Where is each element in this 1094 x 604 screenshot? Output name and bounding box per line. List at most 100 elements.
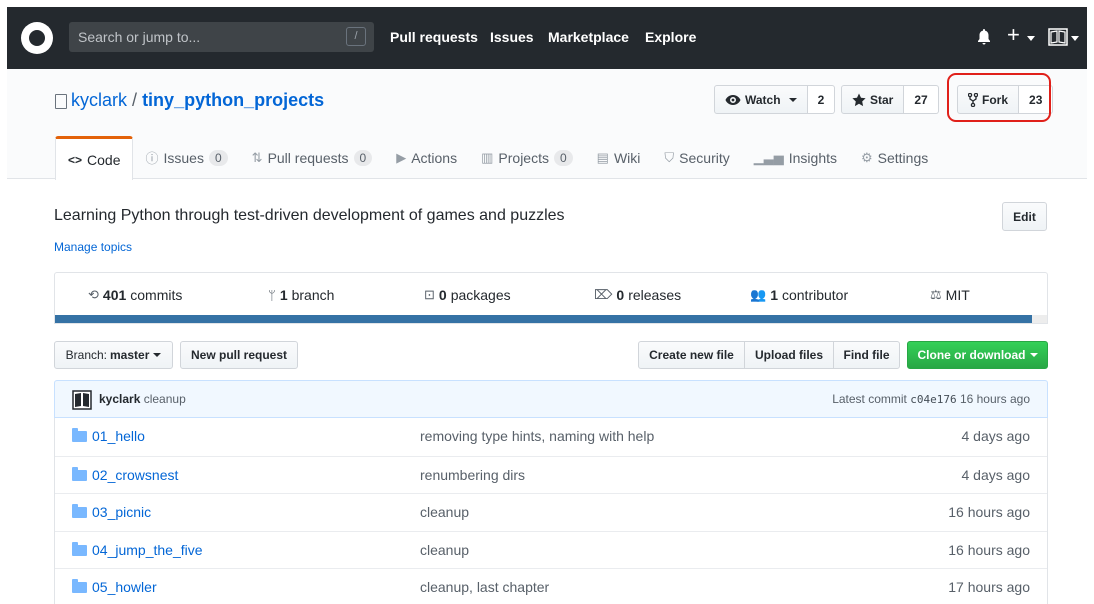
commit-sha-link[interactable]: c04e176 bbox=[910, 393, 956, 406]
bell-icon[interactable] bbox=[977, 29, 991, 45]
file-commit-message[interactable]: cleanup, last chapter bbox=[420, 579, 549, 595]
play-icon: ▶ bbox=[396, 149, 407, 165]
branch-name: master bbox=[110, 348, 150, 362]
branch-count: 1 bbox=[279, 287, 288, 303]
tab-insights[interactable]: ▁▃▅ Insights bbox=[742, 136, 849, 179]
file-commit-message[interactable]: removing type hints, naming with help bbox=[420, 428, 654, 444]
tab-insights-label: Insights bbox=[788, 149, 837, 166]
file-name-link[interactable]: 01_hello bbox=[92, 428, 145, 444]
star-count[interactable]: 27 bbox=[904, 85, 939, 114]
repo-name-link[interactable]: tiny_python_projects bbox=[142, 90, 324, 110]
create-new-caret-icon[interactable] bbox=[1027, 36, 1035, 41]
tab-settings-label: Settings bbox=[877, 149, 929, 166]
file-name-link[interactable]: 05_howler bbox=[92, 579, 157, 595]
file-commit-message[interactable]: cleanup bbox=[420, 504, 469, 520]
law-icon: ⚖ bbox=[930, 287, 942, 302]
commits-link[interactable]: ⟲ 401 commits bbox=[88, 287, 182, 303]
file-list: 01_hello removing type hints, naming wit… bbox=[54, 418, 1048, 604]
nav-pull-requests[interactable]: Pull requests bbox=[390, 29, 478, 45]
commits-label: commits bbox=[130, 287, 183, 303]
tab-wiki[interactable]: ▤ Wiki bbox=[585, 136, 653, 179]
commit-author-avatar[interactable] bbox=[72, 390, 92, 410]
search-shortcut-key: / bbox=[346, 27, 366, 46]
branch-select-button[interactable]: Branch: master bbox=[54, 341, 173, 369]
star-group: Star 27 bbox=[841, 85, 939, 114]
file-name-link[interactable]: 04_jump_the_five bbox=[92, 542, 203, 558]
watch-group: Watch 2 bbox=[714, 85, 836, 114]
releases-label: releases bbox=[628, 287, 682, 303]
new-pull-request-button[interactable]: New pull request bbox=[180, 341, 298, 369]
create-new-icon[interactable]: + bbox=[1007, 22, 1020, 48]
folder-icon bbox=[72, 466, 87, 481]
language-bar-python[interactable] bbox=[55, 315, 1032, 323]
language-bar-other[interactable] bbox=[1032, 315, 1047, 323]
file-row: 02_crowsnest renumbering dirs 4 days ago bbox=[55, 455, 1047, 494]
folder-icon bbox=[72, 579, 87, 593]
user-menu-caret-icon[interactable] bbox=[1071, 36, 1079, 41]
branch-caret-icon bbox=[153, 353, 162, 357]
tab-issues[interactable]: ⓘ Issues 0 bbox=[133, 136, 239, 179]
search-placeholder: Search or jump to... bbox=[78, 29, 201, 45]
file-commit-message[interactable]: cleanup bbox=[420, 542, 469, 558]
code-icon: <> bbox=[68, 152, 83, 167]
nav-marketplace[interactable]: Marketplace bbox=[548, 29, 629, 45]
contributor-count: 1 bbox=[770, 287, 778, 303]
search-input[interactable]: Search or jump to... / bbox=[69, 22, 374, 52]
file-commit-message[interactable]: renumbering dirs bbox=[420, 467, 525, 483]
repo-header: kyclark / tiny_python_projects Watch 2 S… bbox=[7, 69, 1087, 180]
packages-label: packages bbox=[450, 287, 511, 303]
repo-description: Learning Python through test-driven deve… bbox=[54, 207, 565, 224]
issue-icon: ⓘ bbox=[145, 151, 159, 166]
edit-description-button[interactable]: Edit bbox=[1002, 202, 1047, 231]
watch-button[interactable]: Watch bbox=[714, 85, 808, 114]
clone-label: Clone or download bbox=[917, 348, 1026, 362]
tag-icon: ⌦ bbox=[594, 287, 613, 302]
folder-icon bbox=[72, 428, 87, 442]
people-icon: 👥 bbox=[750, 287, 767, 302]
repo-owner-link[interactable]: kyclark bbox=[71, 90, 127, 110]
packages-link[interactable]: ⊡ 0 packages bbox=[424, 287, 511, 303]
find-file-button[interactable]: Find file bbox=[833, 341, 900, 369]
tab-code[interactable]: <> Code bbox=[55, 136, 134, 180]
tab-actions[interactable]: ▶ Actions bbox=[384, 136, 469, 179]
tab-wiki-label: Wiki bbox=[613, 149, 641, 166]
commit-message[interactable]: cleanup bbox=[144, 392, 186, 406]
repo-title: kyclark / tiny_python_projects bbox=[71, 90, 324, 111]
tab-actions-label: Actions bbox=[411, 149, 458, 166]
pull-request-icon: ⇅ bbox=[251, 149, 263, 165]
clone-or-download-button[interactable]: Clone or download bbox=[907, 341, 1048, 369]
fork-highlight-annotation bbox=[947, 73, 1051, 122]
repo-icon bbox=[55, 94, 67, 109]
nav-explore[interactable]: Explore bbox=[645, 29, 696, 45]
tab-code-label: Code bbox=[87, 151, 121, 168]
tab-pull-requests[interactable]: ⇅ Pull requests 0 bbox=[240, 136, 385, 179]
branch-icon: ᛘ bbox=[268, 287, 276, 303]
file-name-link[interactable]: 03_picnic bbox=[92, 504, 151, 520]
releases-link[interactable]: ⌦ 0 releases bbox=[594, 287, 681, 303]
watch-caret-icon bbox=[788, 97, 797, 102]
releases-count: 0 bbox=[616, 287, 625, 303]
license-link[interactable]: ⚖ MIT bbox=[930, 287, 970, 303]
upload-files-button[interactable]: Upload files bbox=[744, 341, 834, 369]
tab-projects-label: Projects bbox=[498, 149, 549, 166]
user-avatar[interactable] bbox=[1048, 27, 1068, 47]
file-age: 4 days ago bbox=[961, 466, 1031, 483]
create-new-file-button[interactable]: Create new file bbox=[638, 341, 745, 369]
github-logo-icon[interactable] bbox=[21, 22, 53, 54]
file-name-link[interactable]: 02_crowsnest bbox=[92, 467, 178, 483]
commit-author-link[interactable]: kyclark bbox=[99, 392, 140, 406]
watch-count[interactable]: 2 bbox=[807, 85, 836, 114]
tab-settings[interactable]: ⚙ Settings bbox=[849, 136, 940, 179]
manage-topics-link[interactable]: Manage topics bbox=[54, 240, 132, 254]
graph-icon: ▁▃▅ bbox=[753, 149, 784, 165]
gear-icon: ⚙ bbox=[861, 149, 873, 165]
license-label: MIT bbox=[945, 287, 970, 303]
nav-issues[interactable]: Issues bbox=[490, 29, 534, 45]
tab-pull-requests-counter: 0 bbox=[353, 149, 373, 166]
tab-security[interactable]: ⛉ Security bbox=[652, 136, 741, 179]
star-button[interactable]: Star bbox=[841, 85, 905, 114]
tab-projects[interactable]: ▥ Projects 0 bbox=[469, 136, 585, 179]
branch-link[interactable]: ᛘ 1 branch bbox=[268, 287, 334, 303]
folder-icon bbox=[72, 541, 87, 556]
contributors-link[interactable]: 👥 1 contributor bbox=[750, 287, 848, 303]
